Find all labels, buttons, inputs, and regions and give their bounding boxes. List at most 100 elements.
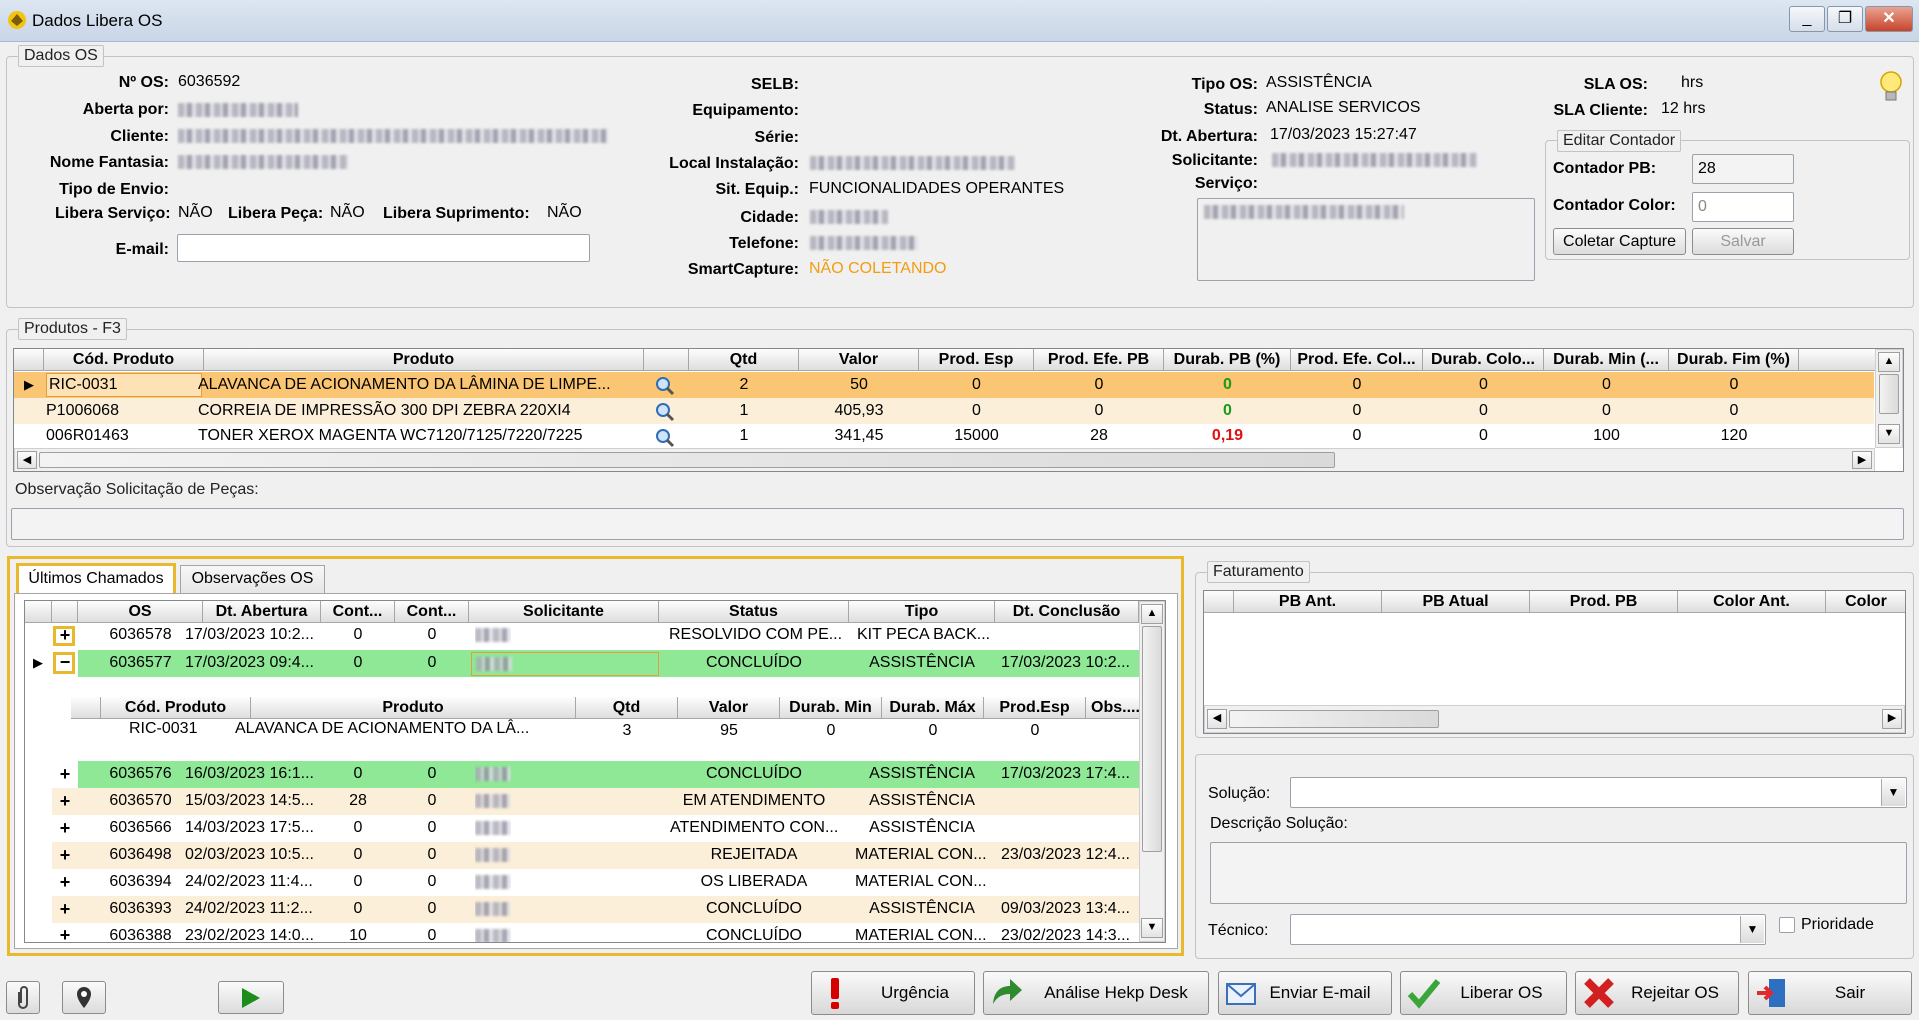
expand-row-button[interactable]: + [52,844,78,866]
detail-col-prod-esp[interactable]: Prod.Esp [984,697,1086,719]
produtos-hscrollbar[interactable]: ◀ ▶ [14,448,1875,471]
paperclip-icon [18,986,28,1009]
produtos-vscrollbar[interactable]: ▲ ▼ [1875,349,1903,448]
col-color-ant[interactable]: Color Ant. [1678,591,1826,613]
enviar-email-button[interactable]: Enviar E-mail [1218,971,1392,1015]
tab-observacoes-os[interactable]: Observações OS [180,565,325,593]
collapse-row-button[interactable]: − [52,651,78,673]
search-icon[interactable] [654,401,676,423]
minimize-button[interactable]: _ [1789,6,1825,32]
expand-row-button[interactable]: + [52,763,78,785]
scroll-left-button[interactable]: ◀ [17,451,37,469]
liberar-os-button[interactable]: Liberar OS [1400,971,1567,1015]
tab-ultimos-chamados[interactable]: Últimos Chamados [16,563,176,593]
sair-button[interactable]: Sair [1748,971,1912,1015]
descricao-solucao-textbox[interactable] [1210,842,1907,904]
detail-col-valor[interactable]: Valor [678,697,780,719]
tecnico-select[interactable]: ▼ [1290,914,1766,945]
col-durab-pb[interactable]: Durab. PB (%) [1164,349,1291,371]
col-produto[interactable]: Produto [204,349,644,371]
col-prod-efe-pb[interactable]: Prod. Efe. PB [1034,349,1164,371]
contador-pb-input[interactable]: 28 [1692,154,1794,184]
col-tipo[interactable]: Tipo [849,601,995,623]
col-durab-min[interactable]: Durab. Min (... [1544,349,1669,371]
cidade-label: Cidade: [740,209,799,226]
libera-suprimento-label: Libera Suprimento: [383,205,530,222]
scroll-right-button[interactable]: ▶ [1882,709,1902,729]
col-cod-produto[interactable]: Cód. Produto [44,349,204,371]
col-qtd[interactable]: Qtd [689,349,799,371]
chamados-vscrollbar[interactable]: ▲ ▼ [1139,601,1165,942]
detail-col-cod-produto[interactable]: Cód. Produto [101,697,251,719]
maximize-button[interactable]: ❐ [1827,6,1863,32]
col-valor[interactable]: Valor [799,349,919,371]
col-os[interactable]: OS [78,601,203,623]
scroll-down-button[interactable]: ▼ [1141,918,1163,938]
col-color[interactable]: Color [1826,591,1905,613]
coletar-capture-button[interactable]: Coletar Capture [1553,228,1686,255]
editar-contador-legend: Editar Contador [1557,130,1682,152]
salvar-button[interactable]: Salvar [1692,228,1794,255]
col-durab-fim[interactable]: Durab. Fim (%) [1669,349,1799,371]
expand-row-button[interactable]: + [52,898,78,920]
play-button[interactable] [218,981,284,1014]
close-button[interactable]: ✕ [1865,6,1913,32]
lightbulb-icon[interactable] [1879,70,1903,104]
telefone-label: Telefone: [729,235,799,252]
col-cont-2[interactable]: Cont... [395,601,469,623]
scroll-left-button[interactable]: ◀ [1207,709,1227,729]
status-value: ANALISE SERVICOS [1266,99,1421,116]
detail-col-qtd[interactable]: Qtd [576,697,678,719]
contador-color-input[interactable]: 0 [1692,192,1794,222]
detail-col-durab-min[interactable]: Durab. Min [780,697,882,719]
detail-col-produto[interactable]: Produto [251,697,576,719]
analise-help-desk-button[interactable]: Análise Hekp Desk [983,971,1209,1015]
rejeitar-os-button[interactable]: Rejeitar OS [1575,971,1739,1015]
prioridade-checkbox[interactable] [1779,917,1795,933]
email-input[interactable] [177,234,590,262]
chevron-down-icon[interactable]: ▼ [1740,916,1764,943]
aberta-por-label: Aberta por: [82,101,169,118]
contador-color-label: Contador Color: [1553,197,1676,214]
title-bar: Dados Libera OS _ ❐ ✕ [0,0,1919,42]
col-pb-ant[interactable]: PB Ant. [1234,591,1382,613]
col-prod-pb[interactable]: Prod. PB [1530,591,1678,613]
expand-row-button[interactable]: + [52,790,78,812]
chevron-down-icon[interactable]: ▼ [1881,779,1905,806]
faturamento-hscrollbar[interactable]: ◀ ▶ [1204,705,1905,733]
detail-col-durab-max[interactable]: Durab. Máx [882,697,984,719]
col-prod-efe-col[interactable]: Prod. Efe. Col... [1291,349,1423,371]
scroll-up-button[interactable]: ▲ [1141,604,1163,624]
col-status[interactable]: Status [659,601,849,623]
expand-row-button[interactable]: + [52,624,78,646]
col-dt-abertura[interactable]: Dt. Abertura [203,601,321,623]
detail-col-obs[interactable]: Obs.... [1086,697,1146,719]
sla-cliente-label: SLA Cliente: [1553,102,1648,119]
expand-row-button[interactable]: + [52,924,78,942]
col-dt-conclusao[interactable]: Dt. Conclusão [995,601,1139,623]
search-icon[interactable] [654,427,676,449]
urgencia-button[interactable]: Urgência [811,971,975,1015]
reject-x-icon [1584,978,1614,1008]
solucao-select[interactable]: ▼ [1290,777,1907,808]
num-os-label: Nº OS: [118,74,169,91]
obs-solicitacao-input[interactable] [11,508,1904,540]
col-solicitante[interactable]: Solicitante [469,601,659,623]
attachment-button[interactable] [6,981,40,1014]
expand-row-button[interactable]: + [52,871,78,893]
search-icon[interactable] [654,375,676,397]
col-prod-esp[interactable]: Prod. Esp [919,349,1034,371]
sla-os-label: SLA OS: [1583,76,1648,93]
col-pb-atual[interactable]: PB Atual [1382,591,1530,613]
email-label: E-mail: [115,241,169,258]
col-cont-1[interactable]: Cont... [321,601,395,623]
location-button[interactable] [62,981,106,1014]
scroll-down-button[interactable]: ▼ [1878,424,1900,444]
contador-pb-label: Contador PB: [1553,160,1657,177]
scroll-right-button[interactable]: ▶ [1852,451,1872,469]
nome-fantasia-value [178,153,348,171]
col-durab-colo[interactable]: Durab. Colo... [1423,349,1544,371]
servico-textbox[interactable] [1197,198,1535,281]
expand-row-button[interactable]: + [52,817,78,839]
scroll-up-button[interactable]: ▲ [1878,352,1900,372]
